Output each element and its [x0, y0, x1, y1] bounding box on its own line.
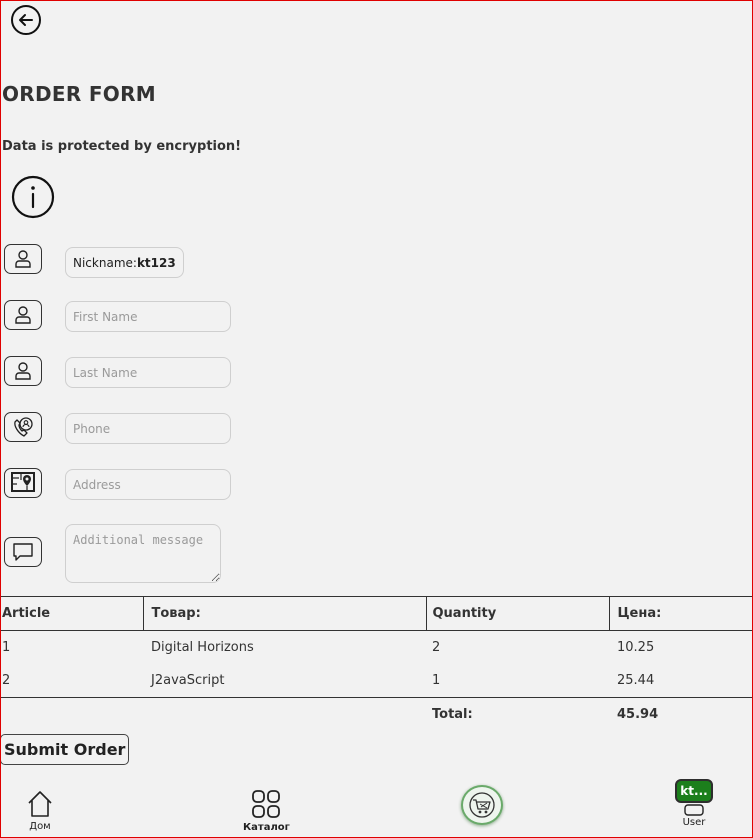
- address-icon-box: [4, 468, 42, 498]
- chat-icon: [13, 543, 33, 561]
- first-name-input[interactable]: [65, 301, 231, 332]
- nav-home-label: Дом: [29, 821, 51, 832]
- product-cell: Digital Horizons: [151, 640, 254, 655]
- page-title: ORDER FORM: [2, 82, 156, 106]
- article-cell: 2: [2, 673, 11, 688]
- home-icon: [28, 791, 52, 817]
- additional-message-textarea[interactable]: [65, 524, 221, 583]
- price-cell: 25.44: [617, 673, 655, 688]
- nav-catalog[interactable]: Каталог: [243, 788, 290, 833]
- last-name-input[interactable]: [65, 357, 231, 388]
- table-row: 2 J2avaScript 1 25.44: [0, 664, 753, 698]
- back-button[interactable]: [11, 5, 41, 35]
- total-label: Total:: [426, 697, 609, 731]
- quantity-cell: 1: [432, 673, 441, 688]
- grid-icon: [252, 790, 281, 818]
- user-icon: [15, 306, 31, 324]
- account-icon: [684, 804, 704, 816]
- address-input[interactable]: [65, 469, 231, 500]
- total-value: 45.94: [609, 697, 753, 731]
- column-header-article: Article: [0, 596, 144, 631]
- price-cell: 10.25: [617, 640, 655, 655]
- cart-button[interactable]: [461, 785, 503, 825]
- nav-user-label: User: [682, 817, 706, 828]
- phone-icon-box: [4, 412, 42, 442]
- phone-input[interactable]: [65, 413, 231, 444]
- total-row: Total: 45.94: [0, 697, 753, 731]
- last-name-icon-box: [4, 356, 42, 386]
- nickname-value: kt123: [136, 255, 176, 270]
- user-icon: [15, 362, 31, 380]
- product-cell: J2avaScript: [151, 673, 225, 688]
- map-pin-icon: [11, 472, 35, 492]
- user-icon: [15, 250, 31, 268]
- nav-catalog-label: Каталог: [243, 822, 290, 833]
- submit-order-button[interactable]: Submit Order: [0, 734, 130, 765]
- table-header-row: Article Товар: Quantity Цена:: [0, 596, 753, 631]
- user-avatar-badge: kt...: [675, 779, 713, 803]
- order-table: Article Товар: Quantity Цена: 1 Digital …: [0, 596, 753, 731]
- back-arrow-icon: [19, 14, 33, 26]
- article-cell: 1: [2, 640, 11, 655]
- column-header-quantity: Quantity: [426, 596, 610, 631]
- column-header-product: Товар:: [143, 596, 427, 631]
- nickname-user-icon-box: [4, 244, 42, 274]
- encryption-notice: Data is protected by encryption!: [2, 139, 242, 154]
- nickname-label: Nickname:: [73, 255, 137, 270]
- column-header-price: Цена:: [609, 596, 753, 631]
- info-icon[interactable]: [11, 175, 55, 219]
- nickname-display: Nickname: kt123: [65, 247, 184, 278]
- cart-icon: [469, 792, 495, 818]
- first-name-icon-box: [4, 300, 42, 330]
- table-row: 1 Digital Horizons 2 10.25: [0, 631, 753, 665]
- nav-home[interactable]: Дом: [25, 789, 55, 832]
- message-icon-box: [4, 537, 42, 567]
- nav-user[interactable]: kt... User: [675, 779, 713, 828]
- quantity-cell: 2: [432, 640, 441, 655]
- phone-contact-icon: [14, 417, 33, 437]
